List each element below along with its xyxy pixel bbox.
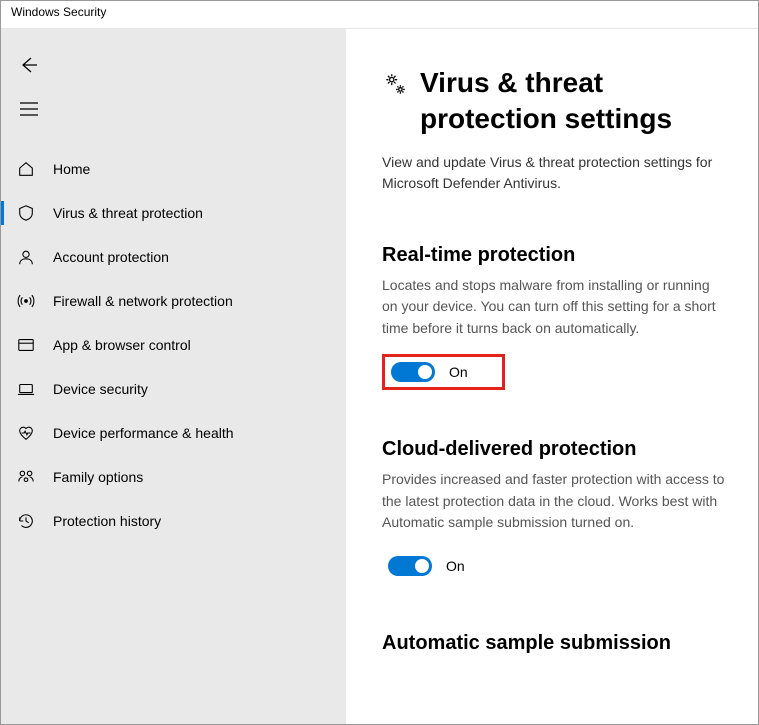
back-button[interactable]: [9, 45, 49, 85]
sidebar-item-firewall[interactable]: Firewall & network protection: [1, 279, 346, 323]
history-icon: [15, 510, 37, 532]
realtime-toggle-row: On: [382, 354, 505, 390]
sidebar-item-label: Firewall & network protection: [53, 293, 233, 309]
section-title: Automatic sample submission: [382, 632, 728, 655]
sidebar-item-device-security[interactable]: Device security: [1, 367, 346, 411]
sidebar-item-label: Home: [53, 161, 90, 177]
window-titlebar: Windows Security: [1, 1, 758, 29]
section-title: Real-time protection: [382, 244, 728, 267]
heart-icon: [15, 422, 37, 444]
content-area: Virus & threat protection settings View …: [346, 29, 758, 724]
cloud-toggle[interactable]: [388, 556, 432, 576]
section-desc: Locates and stops malware from installin…: [382, 275, 728, 340]
sidebar-item-family[interactable]: Family options: [1, 455, 346, 499]
laptop-icon: [15, 378, 37, 400]
section-sample: Automatic sample submission: [382, 632, 728, 655]
toggle-state-label: On: [446, 558, 465, 574]
back-arrow-icon: [19, 55, 39, 75]
sidebar-item-label: Device security: [53, 381, 148, 397]
nav-list: Home Virus & threat protection Account p…: [1, 147, 346, 543]
sidebar-item-history[interactable]: Protection history: [1, 499, 346, 543]
page-subtitle: View and update Virus & threat protectio…: [382, 152, 728, 194]
sidebar-item-label: Device performance & health: [53, 425, 234, 441]
toggle-thumb: [415, 559, 429, 573]
page-title: Virus & threat protection settings: [420, 65, 728, 138]
sidebar-item-label: Account protection: [53, 249, 169, 265]
window-title: Windows Security: [11, 5, 106, 19]
sidebar-item-virus-threat[interactable]: Virus & threat protection: [1, 191, 346, 235]
sidebar-item-label: Protection history: [53, 513, 161, 529]
section-realtime: Real-time protection Locates and stops m…: [382, 244, 728, 390]
hamburger-icon: [20, 102, 38, 116]
antenna-icon: [15, 290, 37, 312]
account-icon: [15, 246, 37, 268]
sidebar-item-performance[interactable]: Device performance & health: [1, 411, 346, 455]
toggle-state-label: On: [449, 364, 468, 380]
section-cloud: Cloud-delivered protection Provides incr…: [382, 438, 728, 584]
menu-button[interactable]: [9, 89, 49, 129]
family-icon: [15, 466, 37, 488]
sidebar-item-label: Family options: [53, 469, 143, 485]
sidebar-item-home[interactable]: Home: [1, 147, 346, 191]
sidebar: Home Virus & threat protection Account p…: [1, 29, 346, 724]
realtime-toggle[interactable]: [391, 362, 435, 382]
toggle-thumb: [418, 365, 432, 379]
cloud-toggle-row: On: [382, 548, 475, 584]
sidebar-item-app-browser[interactable]: App & browser control: [1, 323, 346, 367]
window-icon: [15, 334, 37, 356]
shield-icon: [15, 202, 37, 224]
sidebar-item-account[interactable]: Account protection: [1, 235, 346, 279]
sidebar-item-label: App & browser control: [53, 337, 191, 353]
sidebar-item-label: Virus & threat protection: [53, 205, 203, 221]
page-header: Virus & threat protection settings: [382, 65, 728, 138]
home-icon: [15, 158, 37, 180]
section-title: Cloud-delivered protection: [382, 438, 728, 461]
section-desc: Provides increased and faster protection…: [382, 469, 728, 534]
gear-icon: [382, 71, 408, 97]
